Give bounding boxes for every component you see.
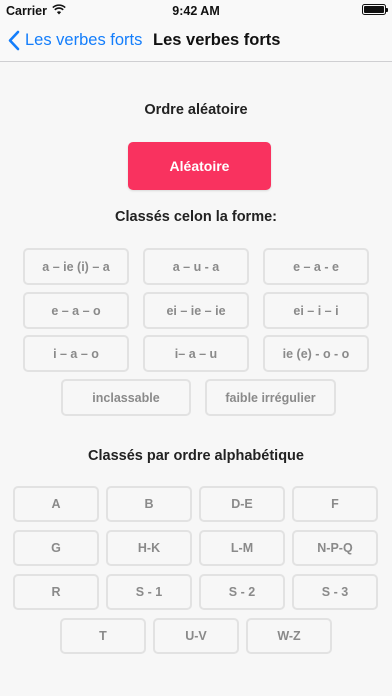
random-section-title: Ordre aléatoire: [144, 102, 248, 118]
forme-button[interactable]: a – ie (i) – a: [23, 248, 129, 285]
forme-button[interactable]: a – u - a: [143, 248, 249, 285]
random-button[interactable]: Aléatoire: [128, 142, 271, 190]
status-bar: Carrier 9:42 AM: [0, 0, 392, 22]
back-button[interactable]: Les verbes forts: [8, 30, 142, 51]
alpha-button[interactable]: S - 1: [106, 574, 192, 610]
alpha-button[interactable]: S - 3: [292, 574, 378, 610]
alpha-button[interactable]: S - 2: [199, 574, 285, 610]
alpha-button[interactable]: U-V: [153, 618, 239, 654]
forme-button[interactable]: e – a - e: [263, 248, 369, 285]
forme-button[interactable]: ie (e) - o - o: [263, 335, 369, 372]
forme-button[interactable]: i – a – o: [23, 335, 129, 372]
alpha-button[interactable]: D-E: [199, 486, 285, 522]
alpha-button[interactable]: L-M: [199, 530, 285, 566]
alpha-button[interactable]: N-P-Q: [292, 530, 378, 566]
alpha-button[interactable]: H-K: [106, 530, 192, 566]
nav-title: Les verbes forts: [153, 31, 281, 49]
forme-button[interactable]: ei – ie – ie: [143, 292, 249, 329]
forme-button-inclassable[interactable]: inclassable: [61, 379, 191, 416]
alpha-button[interactable]: A: [13, 486, 99, 522]
battery-icon: [362, 4, 388, 15]
alpha-button[interactable]: R: [13, 574, 99, 610]
alpha-button[interactable]: B: [106, 486, 192, 522]
alpha-button[interactable]: G: [13, 530, 99, 566]
forme-section-title: Classés celon la forme:: [115, 209, 277, 225]
back-button-label: Les verbes forts: [25, 31, 143, 49]
navigation-bar: Les verbes forts Les verbes forts: [0, 22, 392, 62]
forme-button[interactable]: ei – i – i: [263, 292, 369, 329]
alpha-button[interactable]: W-Z: [246, 618, 332, 654]
forme-button[interactable]: e – a – o: [23, 292, 129, 329]
alpha-section-title: Classés par ordre alphabétique: [88, 448, 304, 464]
forme-button-faible-irregulier[interactable]: faible irrégulier: [205, 379, 336, 416]
status-time: 9:42 AM: [172, 4, 220, 18]
forme-button[interactable]: i– a – u: [143, 335, 249, 372]
alpha-button[interactable]: F: [292, 486, 378, 522]
chevron-left-icon: [8, 30, 20, 51]
alpha-button[interactable]: T: [60, 618, 146, 654]
status-right: [362, 4, 388, 15]
